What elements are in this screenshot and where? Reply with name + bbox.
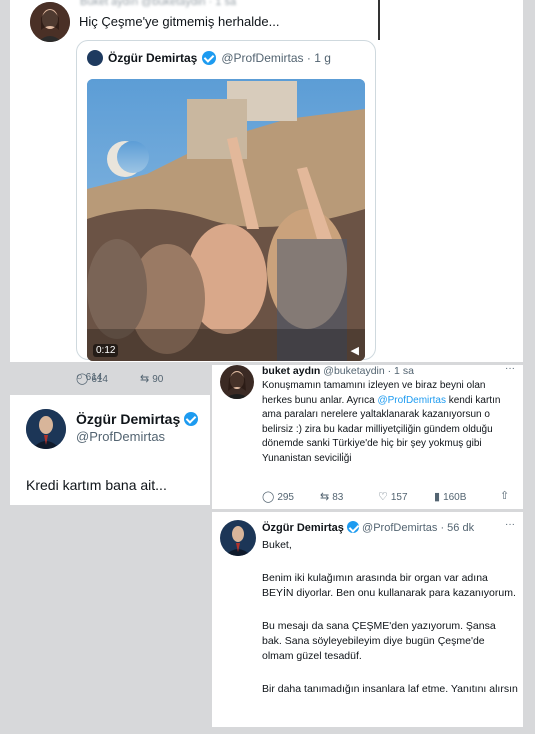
reply-paragraph: Bu mesajı da sana ÇEŞME'den yazıyorum. Ş… [262,620,496,662]
buket-retweets[interactable]: ⇆ 83 [320,491,343,504]
video-player[interactable]: 0:12 ◀ [87,79,365,361]
reply-body: Buket, Benim iki kulağımın arasında bir … [262,538,518,697]
mention-link[interactable]: @ProfDemirtas [377,395,446,406]
buket-name: buket aydın [262,365,321,377]
verified-badge-icon [202,51,217,65]
buket-views[interactable]: ▮ 160B [434,491,466,504]
portrait-image [220,365,254,399]
reply-handle: @ProfDemirtas · 56 dk [362,522,475,534]
demirtas-avatar-reply[interactable] [220,520,256,556]
quoted-replies[interactable]: ◯ 614 [76,373,108,386]
buket-tweet-text: Konuşmamın tamamını izleyen ve biraz bey… [262,380,501,464]
quoted-name: Özgür Demirtaş [108,51,198,65]
verified-badge-icon [184,412,199,426]
video-timestamp: 0:12 [93,344,119,357]
top-reply-handle: @buketaydin · 1 sa [141,0,237,8]
buket-avatar-top[interactable] [30,2,70,42]
reply-paragraph: Bir daha tanımadığın insanlara laf etme.… [262,683,518,695]
comment-icon: ◯ [262,491,275,503]
buket-replies[interactable]: ◯ 295 [262,491,294,504]
reply-tweet-card[interactable]: Özgür Demirtaş @ProfDemirtas · 56 dk ···… [212,512,523,727]
retweet-icon: ⇆ [140,373,150,385]
views-chart-icon: ▮ [434,491,441,503]
quoted-avatar[interactable] [87,50,103,66]
comment-icon: ◯ [76,373,89,385]
thread-line [378,0,380,40]
reply-name: Özgür Demirtaş [262,522,344,534]
share-icon[interactable]: ⇧ [500,491,509,502]
quoted-handle: @ProfDemirtas · 1 g [221,51,331,65]
quoted-retweets[interactable]: ⇆ 90 [140,373,163,386]
volume-icon[interactable]: ◀ [351,344,359,357]
demirtas-avatar-left[interactable] [26,409,66,449]
heart-icon: ♡ [378,491,388,503]
buket-avatar[interactable] [220,365,254,399]
left-profile-name: Özgür Demirtaş [76,411,181,427]
top-reply-text: Hiç Çeşme'ye gitmemiş herhalde... [79,14,280,29]
buket-handle: @buketaydin · 1 sa [323,365,414,377]
top-reply-header: Buket aydın @buketaydin · 1 sa [80,0,236,8]
reply-more-icon[interactable]: ··· [505,519,515,530]
buket-tweet-card[interactable]: buket aydın @buketaydin · 1 sa ··· Konuş… [212,363,523,509]
video-frame-image [87,79,365,361]
buket-likes[interactable]: ♡ 157 [378,491,408,504]
left-profile-handle: @ProfDemirtas [76,429,166,444]
portrait-image [30,2,70,42]
reply-paragraph: Buket, [262,539,292,551]
reply-paragraph: Benim iki kulağımın arasında bir organ v… [262,572,516,599]
portrait-image [220,520,256,556]
quoted-tweet[interactable]: Özgür Demirtaş @ProfDemirtas · 1 g 0:12 … [76,40,376,361]
retweet-icon: ⇆ [320,491,330,503]
left-tweet-card[interactable]: Özgür Demirtaş @ProfDemirtas Kredi kartı… [10,395,210,505]
more-icon[interactable]: ··· [505,363,515,374]
left-tweet-text: Kredi kartım bana ait... [26,477,167,493]
portrait-image [26,409,66,449]
top-tweet-card: Buket aydın @buketaydin · 1 sa Hiç Çeşme… [10,0,523,383]
verified-badge-icon [346,521,359,533]
top-reply-name: Buket aydın [80,0,139,8]
